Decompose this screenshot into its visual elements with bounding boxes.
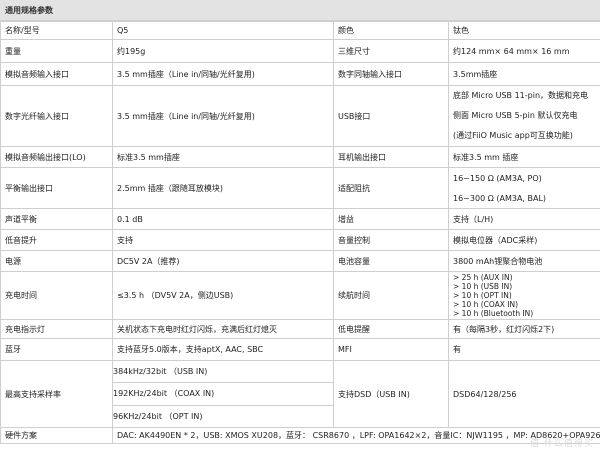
watermark: 值 什么值得买 bbox=[530, 439, 594, 449]
life-bt: > 10 h (Bluetooth IN) bbox=[453, 309, 534, 318]
row-value: 约195g bbox=[112, 39, 334, 63]
row-value: 关机状态下充电时红灯闪烁，充满后红灯熄灭 bbox=[112, 319, 334, 339]
row-value: 标准3.5 mm 插座 bbox=[448, 146, 600, 168]
spec-sheet: 通用规格参数 名称/型号 Q5 颜色 钛色 重量 约195g 三维尺寸 约124… bbox=[0, 0, 600, 450]
row-value: DC5V 2A（推荐) bbox=[112, 250, 334, 272]
row-key: 名称/型号 bbox=[0, 21, 113, 40]
spec-table: 名称/型号 Q5 颜色 钛色 重量 约195g 三维尺寸 约124 mm× 64… bbox=[0, 21, 600, 444]
row-value: DAC: AK4490EN * 2，USB: XMOS XU208，蓝牙： CS… bbox=[112, 427, 600, 444]
row-key: 蓝牙 bbox=[0, 338, 113, 361]
row-key: 续航时间 bbox=[333, 271, 449, 320]
row-key: 重量 bbox=[0, 39, 113, 63]
usb-side-port: 侧面 Micro USB 5-pin 默认仅充电 bbox=[453, 111, 578, 120]
life-coax: > 10 h (COAX IN) bbox=[453, 300, 519, 309]
row-value: 约124 mm× 64 mm× 16 mm bbox=[448, 39, 600, 63]
row-key: 电池容量 bbox=[333, 250, 449, 272]
row-key: 低音提升 bbox=[0, 229, 113, 251]
row-value: 有 bbox=[448, 338, 600, 361]
table-row: 硬件方案 DAC: AK4490EN * 2，USB: XMOS XU208，蓝… bbox=[0, 427, 600, 444]
row-value: 3800 mAh锂聚合物电池 bbox=[448, 250, 600, 272]
row-value: ≤3.5 h （DV5V 2A，侧边USB) bbox=[112, 271, 334, 320]
row-value: 支持（L/H) bbox=[448, 208, 600, 230]
impedance-bal: 16~300 Ω (AM3A, BAL) bbox=[453, 193, 547, 203]
section-header: 通用规格参数 bbox=[0, 0, 600, 21]
table-row: 声道平衡 0.1 dB 增益 支持（L/H) bbox=[0, 208, 600, 230]
row-value: 模拟电位器（ADC采样) bbox=[448, 229, 600, 251]
row-value: 支持 bbox=[112, 229, 334, 251]
usb-note: (通过FiiO Music app可互换功能) bbox=[453, 131, 573, 140]
row-key: 模拟音频输出接口(LO) bbox=[0, 146, 113, 168]
table-row: 重量 约195g 三维尺寸 约124 mm× 64 mm× 16 mm bbox=[0, 39, 600, 63]
row-value: 3.5 mm插座（Line in/同轴/光纤复用) bbox=[112, 62, 334, 86]
row-value: 有（每隔3秒，红灯闪烁2下) bbox=[448, 319, 600, 339]
row-key: 声道平衡 bbox=[0, 208, 113, 230]
row-key: 耳机输出接口 bbox=[333, 146, 449, 168]
table-row: 充电时间 ≤3.5 h （DV5V 2A，侧边USB) 续航时间 > 25 h … bbox=[0, 271, 600, 320]
row-key: 平衡输出接口 bbox=[0, 167, 113, 209]
section-title: 通用规格参数 bbox=[5, 6, 53, 15]
row-value: 2.5mm 插座（跟随耳放模块) bbox=[112, 167, 334, 209]
row-key: 音量控制 bbox=[333, 229, 449, 251]
row-key: 数字同轴输入接口 bbox=[333, 62, 449, 86]
row-value: DSD64/128/256 bbox=[448, 360, 600, 428]
row-value: 3.5mm插座 bbox=[448, 62, 600, 86]
table-row: 平衡输出接口 2.5mm 插座（跟随耳放模块) 适配阻抗 16~150 Ω (A… bbox=[0, 167, 600, 209]
row-key: 模拟音频输入接口 bbox=[0, 62, 113, 86]
row-key: 充电指示灯 bbox=[0, 319, 113, 339]
row-key: 数字光纤输入接口 bbox=[0, 85, 113, 147]
row-key: 硬件方案 bbox=[0, 427, 113, 444]
row-key: 颜色 bbox=[333, 21, 449, 40]
usb-bottom-port: 底部 Micro USB 11-pin，数据和充电 bbox=[453, 91, 589, 100]
row-value: Q5 bbox=[112, 21, 334, 40]
life-aux: > 25 h (AUX IN) bbox=[453, 273, 513, 282]
table-row: 低音提升 支持 音量控制 模拟电位器（ADC采样) bbox=[0, 229, 600, 251]
row-key: 低电提醒 bbox=[333, 319, 449, 339]
battery-life-cell: > 25 h (AUX IN) > 10 h (USB IN) > 10 h (… bbox=[448, 271, 600, 320]
row-key: 最高支持采样率 bbox=[0, 360, 113, 428]
row-value: 支持蓝牙5.0版本，支持aptX, AAC, SBC bbox=[112, 338, 334, 361]
table-row: 模拟音频输入接口 3.5 mm插座（Line in/同轴/光纤复用) 数字同轴输… bbox=[0, 62, 600, 86]
life-opt: > 10 h (OPT IN) bbox=[453, 291, 512, 300]
row-key: USB接口 bbox=[333, 85, 449, 147]
table-row: 名称/型号 Q5 颜色 钛色 bbox=[0, 21, 600, 40]
row-key: 适配阻抗 bbox=[333, 167, 449, 209]
row-key: 充电时间 bbox=[0, 271, 113, 320]
row-value: 3.5 mm插座（Line in/同轴/光纤复用) bbox=[112, 85, 334, 147]
row-value: 钛色 bbox=[448, 21, 600, 40]
row-key: 三维尺寸 bbox=[333, 39, 449, 63]
sample-rate-cell: 384kHz/32bit （USB IN) 192KHz/24bit （COAX… bbox=[112, 360, 334, 428]
usb-ports-cell: 底部 Micro USB 11-pin，数据和充电 侧面 Micro USB 5… bbox=[448, 85, 600, 147]
rate-coax: 192KHz/24bit （COAX IN) bbox=[113, 383, 333, 406]
impedance-cell: 16~150 Ω (AM3A, PO) 16~300 Ω (AM3A, BAL) bbox=[448, 167, 600, 209]
impedance-po: 16~150 Ω (AM3A, PO) bbox=[453, 173, 542, 183]
table-row: 电源 DC5V 2A（推荐) 电池容量 3800 mAh锂聚合物电池 bbox=[0, 250, 600, 272]
row-key: 支持DSD（USB IN) bbox=[333, 360, 449, 428]
table-row: 模拟音频输出接口(LO) 标准3.5 mm插座 耳机输出接口 标准3.5 mm … bbox=[0, 146, 600, 168]
rate-opt: 96KHz/24bit （OPT IN) bbox=[113, 411, 203, 421]
row-value: 0.1 dB bbox=[112, 208, 334, 230]
rate-usb: 384kHz/32bit （USB IN) bbox=[113, 362, 333, 384]
row-value: 标准3.5 mm插座 bbox=[112, 146, 334, 168]
row-key: MFI bbox=[333, 338, 449, 361]
table-row: 蓝牙 支持蓝牙5.0版本，支持aptX, AAC, SBC MFI 有 bbox=[0, 338, 600, 361]
table-row: 充电指示灯 关机状态下充电时红灯闪烁，充满后红灯熄灭 低电提醒 有（每隔3秒，红… bbox=[0, 319, 600, 339]
row-key: 增益 bbox=[333, 208, 449, 230]
table-row: 最高支持采样率 384kHz/32bit （USB IN) 192KHz/24b… bbox=[0, 360, 600, 428]
row-key: 电源 bbox=[0, 250, 113, 272]
table-row: 数字光纤输入接口 3.5 mm插座（Line in/同轴/光纤复用) USB接口… bbox=[0, 85, 600, 147]
life-usb: > 10 h (USB IN) bbox=[453, 282, 513, 291]
